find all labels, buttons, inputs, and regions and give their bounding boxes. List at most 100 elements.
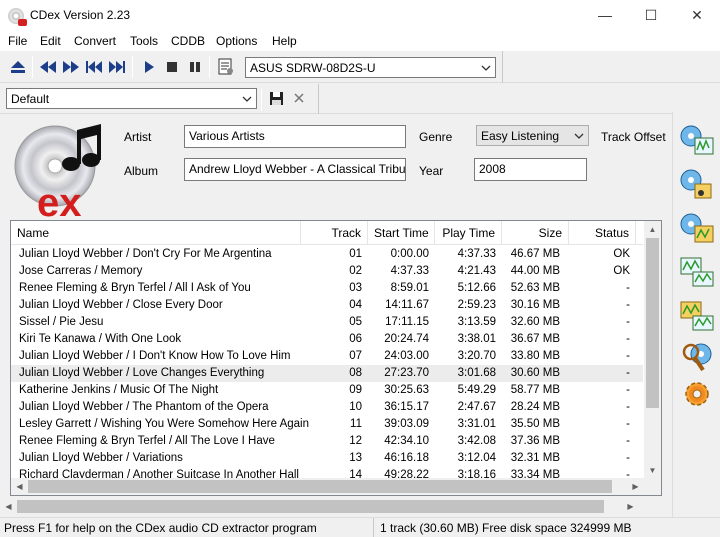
cd-drive-value: ASUS SDRW-08D2S-U bbox=[250, 61, 376, 75]
track-row[interactable]: Renee Fleming & Bryn Terfel / All The Lo… bbox=[11, 433, 643, 450]
horizontal-scroll-thumb[interactable] bbox=[28, 480, 612, 493]
scroll-right-icon[interactable]: ▶ bbox=[622, 498, 639, 515]
track-row[interactable]: Jose Carreras / Memory 02 4:37.33 4:21.43 44… bbox=[11, 263, 643, 280]
extract-to-mp3-icon[interactable] bbox=[679, 166, 715, 202]
scroll-down-icon[interactable]: ▼ bbox=[644, 462, 661, 479]
artist-field[interactable]: Various Artists bbox=[184, 125, 406, 148]
track-status-cell: OK bbox=[613, 265, 630, 277]
track-row[interactable]: Kiri Te Kanawa / With One Look 06 20:24.74… bbox=[11, 331, 643, 348]
menu-options[interactable]: Options bbox=[216, 34, 257, 48]
track-size-cell: 28.24 MB bbox=[510, 401, 560, 413]
track-play-cell: 5:49.29 bbox=[457, 384, 496, 396]
vertical-scroll-thumb[interactable] bbox=[646, 238, 659, 408]
column-status[interactable]: Status bbox=[569, 221, 636, 245]
play-icon[interactable] bbox=[139, 57, 159, 77]
horizontal-scrollbar[interactable]: ◀ ▶ bbox=[11, 478, 661, 495]
track-start-cell: 36:15.17 bbox=[384, 401, 429, 413]
track-row[interactable]: Katherine Jenkins / Music Of The Night 09… bbox=[11, 382, 643, 399]
track-track-cell: 03 bbox=[349, 282, 362, 294]
track-row[interactable]: Julian Lloyd Webber / The Phantom of the… bbox=[11, 399, 643, 416]
track-play-cell: 4:21.43 bbox=[457, 265, 496, 277]
track-row[interactable]: Julian Lloyd Webber / Close Every Door 04… bbox=[11, 297, 643, 314]
window-horizontal-scrollbar[interactable]: ◀ ▶ bbox=[0, 498, 672, 515]
cd-info-search-icon[interactable] bbox=[679, 338, 715, 374]
save-icon[interactable] bbox=[266, 88, 286, 108]
convert-wav-to-mp3-icon[interactable] bbox=[679, 254, 715, 290]
track-track-cell: 07 bbox=[349, 350, 362, 362]
track-track-cell: 10 bbox=[349, 401, 362, 413]
toolbar-separator bbox=[209, 56, 210, 78]
track-row[interactable]: Julian Lloyd Webber / Variations 13 46:16.… bbox=[11, 450, 643, 467]
chevron-down-icon bbox=[477, 58, 495, 77]
track-size-cell: 30.16 MB bbox=[510, 299, 560, 311]
genre-label: Genre bbox=[419, 130, 453, 144]
track-track-cell: 02 bbox=[349, 265, 362, 277]
track-row[interactable]: Lesley Garrett / Wishing You Were Someho… bbox=[11, 416, 643, 433]
chevron-down-icon bbox=[570, 126, 588, 145]
track-row[interactable]: Julian Lloyd Webber / Don't Cry For Me A… bbox=[11, 246, 643, 263]
menu-help[interactable]: Help bbox=[272, 34, 297, 48]
cddb-query-icon[interactable] bbox=[216, 57, 236, 77]
track-size-cell: 46.67 MB bbox=[510, 248, 560, 260]
scroll-left-icon[interactable]: ◀ bbox=[11, 478, 28, 495]
column-name[interactable]: Name bbox=[11, 221, 301, 245]
track-status-cell: - bbox=[626, 367, 630, 379]
track-play-cell: 3:42.08 bbox=[457, 435, 496, 447]
track-track-cell: 13 bbox=[349, 452, 362, 464]
album-field[interactable]: Andrew Lloyd Webber - A Classical Tribut… bbox=[184, 158, 406, 181]
track-size-cell: 32.60 MB bbox=[510, 316, 560, 328]
track-size-cell: 52.63 MB bbox=[510, 282, 560, 294]
profile-value: Default bbox=[11, 92, 50, 106]
cd-drive-select[interactable]: ASUS SDRW-08D2S-U bbox=[245, 57, 496, 78]
stop-icon[interactable] bbox=[162, 57, 182, 77]
track-play-cell: 5:12.66 bbox=[457, 282, 496, 294]
genre-value: Easy Listening bbox=[481, 129, 560, 143]
extract-to-wav-icon[interactable] bbox=[679, 122, 715, 158]
column-track[interactable]: Track bbox=[301, 221, 368, 245]
previous-track-icon[interactable] bbox=[38, 57, 58, 77]
track-list-header: Name Track Start Time Play Time Size Sta… bbox=[11, 221, 643, 245]
eject-icon[interactable] bbox=[8, 57, 28, 77]
column-play-time[interactable]: Play Time bbox=[435, 221, 502, 245]
minimize-button[interactable]: — bbox=[582, 0, 628, 31]
menu-cddb[interactable]: CDDB bbox=[171, 34, 205, 48]
maximize-button[interactable]: ☐ bbox=[628, 0, 674, 31]
track-list[interactable]: Name Track Start Time Play Time Size Sta… bbox=[10, 220, 662, 496]
toolbar-separator bbox=[32, 56, 33, 78]
scroll-left-icon[interactable]: ◀ bbox=[0, 498, 17, 515]
track-row[interactable]: Sissel / Pie Jesu 05 17:11.15 3:13.59 32.60 … bbox=[11, 314, 643, 331]
track-row[interactable]: Julian Lloyd Webber / I Don't Know How T… bbox=[11, 348, 643, 365]
scroll-right-icon[interactable]: ▶ bbox=[627, 478, 644, 495]
year-field[interactable]: 2008 bbox=[474, 158, 587, 181]
window-title: CDex Version 2.23 bbox=[30, 8, 131, 22]
window-horizontal-scroll-thumb[interactable] bbox=[17, 500, 604, 513]
track-row[interactable]: Renee Fleming & Bryn Terfel / All I Ask … bbox=[11, 280, 643, 297]
scroll-up-icon[interactable]: ▲ bbox=[644, 221, 661, 238]
pause-icon[interactable] bbox=[185, 57, 205, 77]
next-track-icon[interactable] bbox=[61, 57, 81, 77]
convert-mp3-to-wav-icon[interactable] bbox=[679, 298, 715, 334]
extract-partial-icon[interactable] bbox=[679, 210, 715, 246]
menu-file[interactable]: File bbox=[8, 34, 27, 48]
vertical-scrollbar[interactable]: ▲ ▼ bbox=[644, 221, 661, 479]
skip-forward-icon[interactable] bbox=[107, 57, 127, 77]
menu-tools[interactable]: Tools bbox=[130, 34, 158, 48]
column-size[interactable]: Size bbox=[502, 221, 569, 245]
menu-convert[interactable]: Convert bbox=[74, 34, 116, 48]
profile-select[interactable]: Default bbox=[6, 88, 257, 109]
svg-text:ex: ex bbox=[37, 181, 82, 218]
menu-edit[interactable]: Edit bbox=[40, 34, 61, 48]
skip-back-icon[interactable] bbox=[84, 57, 104, 77]
track-start-cell: 17:11.15 bbox=[385, 316, 429, 328]
column-start-time[interactable]: Start Time bbox=[368, 221, 435, 245]
track-row[interactable]: Julian Lloyd Webber / Love Changes Every… bbox=[11, 365, 643, 382]
track-play-cell: 3:12.04 bbox=[457, 452, 496, 464]
delete-icon[interactable] bbox=[289, 88, 309, 108]
track-start-cell: 14:11.67 bbox=[385, 299, 429, 311]
toolbar-separator bbox=[132, 56, 133, 78]
genre-select[interactable]: Easy Listening bbox=[476, 125, 589, 146]
configure-gear-icon[interactable] bbox=[679, 376, 715, 412]
status-help-text: Press F1 for help on the CDex audio CD e… bbox=[4, 521, 317, 535]
cdex-app-icon bbox=[8, 8, 27, 26]
close-button[interactable]: ✕ bbox=[674, 0, 720, 31]
